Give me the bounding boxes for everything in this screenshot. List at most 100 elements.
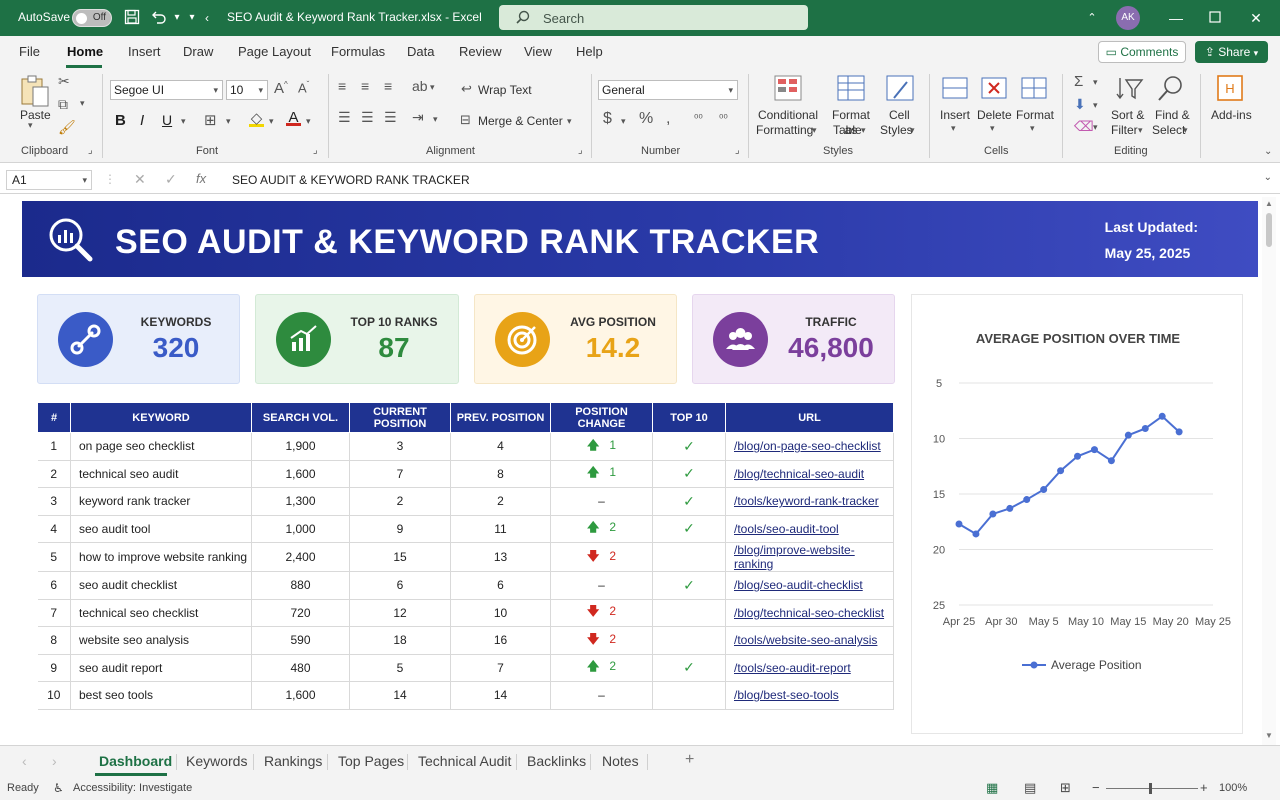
col-header-top10[interactable]: TOP 10 <box>652 402 726 433</box>
ribbon-display-icon[interactable]: ⌃ <box>1083 9 1101 27</box>
paste-dropdown-icon[interactable]: ▾ <box>28 120 33 131</box>
menu-file[interactable]: File <box>19 44 40 59</box>
cut-icon[interactable]: ✂ <box>58 73 70 90</box>
col-header-current-position[interactable]: CURRENT POSITION <box>349 402 451 433</box>
keyword-cell[interactable]: website seo analysis <box>70 626 252 655</box>
position-change-cell[interactable]: – <box>550 681 653 710</box>
url-link[interactable]: /blog/technical-seo-audit <box>725 460 894 488</box>
keyword-cell[interactable]: best seo tools <box>70 681 252 710</box>
tab-notes[interactable]: Notes <box>602 753 639 769</box>
top10-cell[interactable]: ✓ <box>652 460 726 488</box>
align-right-icon[interactable]: ☰ <box>384 109 397 126</box>
previous-position-cell[interactable]: 8 <box>450 460 551 488</box>
keyword-cell[interactable]: on page seo checklist <box>70 432 252 461</box>
collapse-ribbon-icon[interactable]: ⌄ <box>1264 146 1272 157</box>
vertical-scrollbar[interactable]: ▲ ▼ <box>1262 197 1276 745</box>
position-change-cell[interactable]: 🡅 2 <box>550 654 653 682</box>
zoom-level[interactable]: 100% <box>1219 782 1247 794</box>
row-number[interactable]: 7 <box>37 599 71 627</box>
number-launcher-icon[interactable]: ⌟ <box>735 145 740 156</box>
decrease-decimal-icon[interactable]: ⁰⁰ <box>719 112 728 125</box>
table-row[interactable]: 3 keyword rank tracker 1,300 2 2– ✓/tools/key… <box>37 487 894 516</box>
scroll-up-icon[interactable]: ▲ <box>1265 199 1273 208</box>
position-change-cell[interactable]: – <box>550 571 653 600</box>
menu-page-layout[interactable]: Page Layout <box>238 44 311 59</box>
align-center-icon[interactable]: ☰ <box>361 109 374 126</box>
menu-home[interactable]: Home <box>67 44 103 59</box>
url-link[interactable]: /tools/seo-audit-report <box>725 654 894 682</box>
align-left-icon[interactable]: ☰ <box>338 109 351 126</box>
table-row[interactable]: 8 website seo analysis 590 18 16 🡇 2/tools/web… <box>37 626 894 655</box>
autosave-toggle[interactable]: Off <box>72 9 112 27</box>
fill-dropdown-icon[interactable]: ▾ <box>1093 100 1098 111</box>
top10-cell[interactable]: ✓ <box>652 654 726 682</box>
find-select-label-2[interactable]: Select <box>1152 123 1185 138</box>
search-volume-cell[interactable]: 1,600 <box>251 681 350 710</box>
keyword-cell[interactable]: how to improve website ranking <box>70 542 252 572</box>
format-painter-icon[interactable]: 🖌 <box>58 119 76 136</box>
align-top-icon[interactable]: ≡ <box>338 78 346 94</box>
top10-cell[interactable]: ✓ <box>652 515 726 543</box>
keyword-cell[interactable]: technical seo audit <box>70 460 252 488</box>
page-layout-view-icon[interactable]: ▤ <box>1024 780 1036 796</box>
increase-decimal-icon[interactable]: ⁰⁰ <box>694 112 703 125</box>
table-row[interactable]: 10 best seo tools 1,600 14 14–/blog/best-seo… <box>37 681 894 710</box>
format-cells-icon[interactable] <box>1020 74 1048 107</box>
vertical-scroll-thumb[interactable] <box>1266 213 1272 247</box>
fill-color-icon[interactable]: ◇ <box>249 109 264 127</box>
table-row[interactable]: 9 seo audit report 480 5 7 🡅 2 ✓/tools/seo-audi… <box>37 654 894 682</box>
search-volume-cell[interactable]: 2,400 <box>251 542 350 572</box>
name-box-dropdown-icon[interactable]: ▾ <box>82 171 87 189</box>
align-bottom-icon[interactable]: ≡ <box>384 78 392 94</box>
search-volume-cell[interactable]: 480 <box>251 654 350 682</box>
zoom-in-icon[interactable]: + <box>1200 780 1208 795</box>
worksheet[interactable]: SEO AUDIT & KEYWORD RANK TRACKER Last Up… <box>0 197 1280 745</box>
current-position-cell[interactable]: 2 <box>349 487 451 516</box>
percent-icon[interactable]: % <box>639 110 653 128</box>
conditional-formatting-dropdown-icon[interactable]: ▾ <box>812 125 817 136</box>
row-number[interactable]: 3 <box>37 487 71 516</box>
search-volume-cell[interactable]: 720 <box>251 599 350 627</box>
clear-dropdown-icon[interactable]: ▾ <box>1093 122 1098 133</box>
expand-formula-bar-icon[interactable]: ⌄ <box>1264 172 1272 183</box>
top10-cell[interactable]: ✓ <box>652 571 726 600</box>
current-position-cell[interactable]: 18 <box>349 626 451 655</box>
share-button[interactable]: ⇪ Share ▾ <box>1195 41 1268 63</box>
keyword-cell[interactable]: seo audit tool <box>70 515 252 543</box>
previous-position-cell[interactable]: 4 <box>450 432 551 461</box>
add-sheet-icon[interactable]: + <box>685 751 694 769</box>
merge-center-label[interactable]: Merge & Center <box>478 114 563 129</box>
current-position-cell[interactable]: 3 <box>349 432 451 461</box>
decrease-font-icon[interactable]: Aˇ <box>298 80 309 95</box>
previous-position-cell[interactable]: 13 <box>450 542 551 572</box>
sort-filter-icon[interactable] <box>1114 74 1144 107</box>
underline-dropdown-icon[interactable]: ▾ <box>181 116 186 127</box>
search-volume-cell[interactable]: 1,300 <box>251 487 350 516</box>
position-change-cell[interactable]: – <box>550 487 653 516</box>
menu-view[interactable]: View <box>524 44 552 59</box>
current-position-cell[interactable]: 14 <box>349 681 451 710</box>
url-link[interactable]: /blog/best-seo-tools <box>725 681 894 710</box>
clear-icon[interactable]: ⌫ <box>1074 118 1094 135</box>
previous-position-cell[interactable]: 10 <box>450 599 551 627</box>
search-volume-cell[interactable]: 1,000 <box>251 515 350 543</box>
tab-top-pages[interactable]: Top Pages <box>338 753 404 769</box>
cell-styles-dropdown-icon[interactable]: ▾ <box>910 125 915 136</box>
previous-position-cell[interactable]: 7 <box>450 654 551 682</box>
menu-formulas[interactable]: Formulas <box>331 44 385 59</box>
url-link[interactable]: /tools/seo-audit-tool <box>725 515 894 543</box>
previous-position-cell[interactable]: 6 <box>450 571 551 600</box>
orientation-icon[interactable]: ab <box>412 78 428 94</box>
font-size-dropdown[interactable]: 10 ▾ <box>226 80 268 100</box>
zoom-out-icon[interactable]: − <box>1092 780 1100 795</box>
search-volume-cell[interactable]: 880 <box>251 571 350 600</box>
insert-cells-label[interactable]: Insert <box>940 108 970 123</box>
current-position-cell[interactable]: 15 <box>349 542 451 572</box>
table-row[interactable]: 6 seo audit checklist 880 6 6– ✓/blog/seo-aud… <box>37 571 894 600</box>
currency-dropdown-icon[interactable]: ▾ <box>621 116 626 127</box>
italic-icon[interactable]: I <box>140 112 144 129</box>
url-link[interactable]: /blog/seo-audit-checklist <box>725 571 894 600</box>
tab-backlinks[interactable]: Backlinks <box>527 753 586 769</box>
wrap-text-label[interactable]: Wrap Text <box>478 83 532 98</box>
previous-position-cell[interactable]: 16 <box>450 626 551 655</box>
